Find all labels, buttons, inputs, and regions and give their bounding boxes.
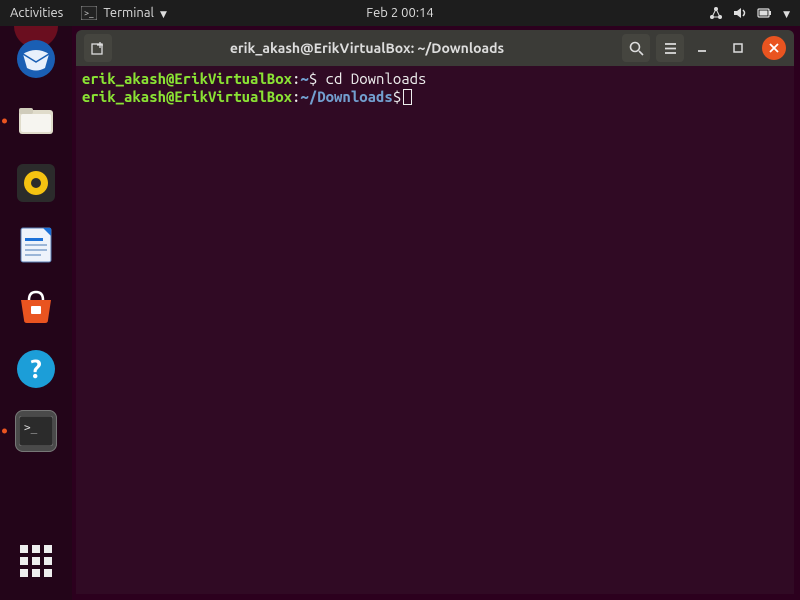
dock-ubuntu-software[interactable] (15, 286, 57, 328)
svg-text:>_: >_ (24, 421, 38, 434)
dock-libreoffice-writer[interactable] (15, 224, 57, 266)
search-button[interactable] (622, 34, 650, 62)
dock-terminal[interactable]: >_ (15, 410, 57, 452)
new-tab-button[interactable] (84, 34, 112, 62)
svg-text:>_: >_ (84, 8, 94, 18)
activities-button[interactable]: Activities (10, 6, 63, 20)
volume-icon (733, 6, 747, 20)
show-applications-button[interactable] (15, 540, 57, 582)
app-menu[interactable]: >_ Terminal ▼ (81, 6, 167, 20)
network-icon (709, 6, 723, 20)
chevron-down-icon: ▼ (160, 9, 167, 20)
gnome-topbar: Activities >_ Terminal ▼ Feb 2 00:14 ▼ (0, 0, 800, 26)
dock-thunderbird[interactable] (15, 38, 57, 80)
dock-help[interactable]: ? (15, 348, 57, 390)
window-titlebar[interactable]: erik_akash@ErikVirtualBox: ~/Downloads (76, 30, 794, 66)
battery-icon (757, 6, 773, 20)
svg-text:?: ? (30, 354, 41, 383)
search-icon (629, 41, 644, 56)
minimize-button[interactable] (690, 36, 714, 60)
new-tab-icon (90, 40, 106, 56)
window-title: erik_akash@ErikVirtualBox: ~/Downloads (118, 40, 616, 56)
terminal-window: erik_akash@ErikVirtualBox: ~/Downloads e… (76, 30, 794, 594)
close-button[interactable] (762, 36, 786, 60)
clock[interactable]: Feb 2 00:14 (366, 6, 433, 20)
hamburger-icon (663, 41, 678, 56)
terminal-content[interactable]: erik_akash@ErikVirtualBox:~$ cd Download… (76, 66, 794, 594)
system-status-area[interactable]: ▼ (709, 6, 790, 20)
hamburger-menu-button[interactable] (656, 34, 684, 62)
dock-rhythmbox[interactable] (15, 162, 57, 204)
terminal-cursor (403, 89, 412, 105)
dock-files[interactable] (15, 100, 57, 142)
dock: ? >_ (0, 26, 72, 600)
minimize-icon (696, 42, 708, 54)
maximize-button[interactable] (726, 36, 750, 60)
terminal-small-icon: >_ (81, 6, 97, 20)
close-icon (768, 42, 780, 54)
maximize-icon (732, 42, 744, 54)
chevron-down-icon: ▼ (783, 9, 790, 20)
